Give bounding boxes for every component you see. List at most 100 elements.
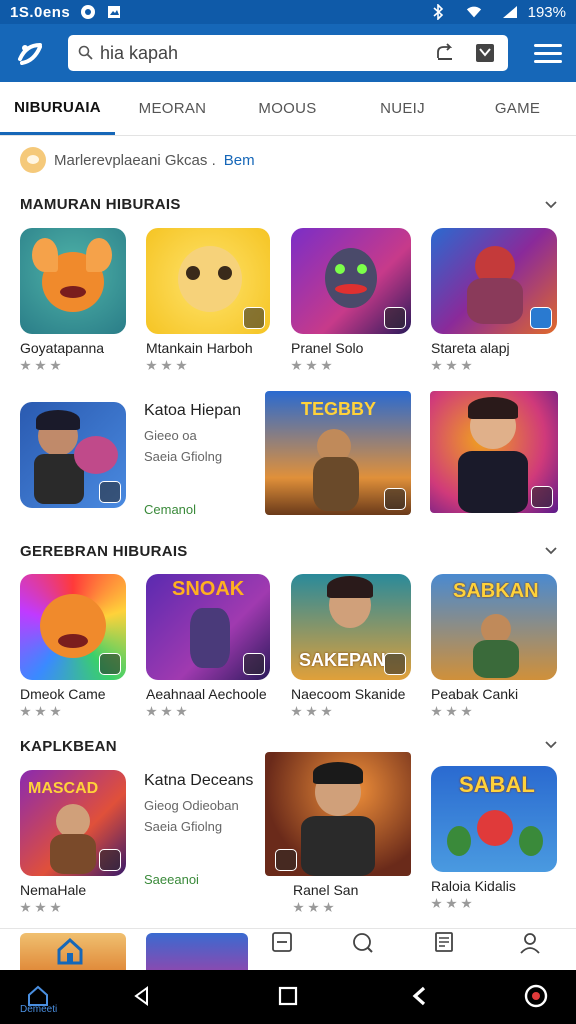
app-card[interactable]: Dmeok Came	[20, 574, 126, 717]
tile-badge	[384, 488, 406, 510]
app-card[interactable]: SABAL Raloia Kidalis	[431, 766, 557, 909]
thumb-title: SABKAN	[453, 580, 539, 602]
home-label: Demeeti	[20, 1004, 58, 1015]
chevron-down-icon[interactable]	[544, 738, 558, 752]
app-thumbnail: SAKEPAN	[291, 574, 411, 680]
apps-icon	[272, 932, 292, 952]
app-bar: hia kapah	[0, 24, 576, 82]
app-thumbnail	[431, 228, 557, 334]
scan-icon[interactable]	[472, 40, 498, 66]
battery-text: 193%	[527, 3, 566, 21]
app-card[interactable]: TEGBBY	[265, 391, 411, 515]
library-icon	[435, 932, 453, 952]
bluetooth-icon	[430, 4, 446, 20]
app-card[interactable]: Stareta alapj	[431, 228, 557, 371]
chevron-down-icon[interactable]	[544, 544, 558, 558]
thumb-title: TEGBBY	[301, 399, 377, 419]
app-card[interactable]: Ranel San	[265, 752, 411, 913]
app-thumbnail: SNOAK	[146, 574, 270, 680]
notice-text: Marlerevplaeani Gkcas .	[54, 151, 216, 169]
image-icon	[106, 4, 122, 20]
featured-detail[interactable]: Katna Deceans Gieog Odieoban Saeia Gfiol…	[144, 772, 253, 887]
rating-stars	[291, 706, 411, 717]
app-thumbnail: SABAL	[431, 766, 557, 872]
app-card[interactable]: SABKAN Peabak Canki	[431, 574, 557, 717]
screen: 1S.0ens 193% hia kapah NIBURUAIA MEORAN …	[0, 0, 576, 1024]
nav-apps[interactable]	[252, 931, 312, 971]
rating-stars	[293, 902, 411, 913]
rating-stars	[146, 360, 270, 371]
rating-stars	[146, 706, 270, 717]
section-title: GEREBRAN HIBURAIS	[20, 543, 188, 560]
notice-row[interactable]: Marlerevplaeani Gkcas . Bem	[20, 146, 255, 174]
rating-stars	[431, 706, 557, 717]
section-title: KAPLKBEAN	[20, 738, 117, 755]
nav-thumbnail[interactable]	[146, 933, 248, 971]
app-thumbnail	[20, 228, 126, 334]
featured-link[interactable]: Saeeanoi	[144, 872, 253, 887]
nav-search[interactable]	[333, 931, 393, 971]
nav-profile[interactable]	[500, 931, 560, 971]
square-home-icon	[278, 986, 298, 1006]
back-button[interactable]	[128, 982, 156, 1010]
tile-badge	[384, 307, 406, 329]
notice-link[interactable]: Bem	[224, 152, 255, 169]
featured-subtitle: Gieeo oa	[144, 428, 197, 443]
search-icon	[78, 45, 93, 60]
left-arrow-icon	[412, 986, 426, 1006]
app-name: Raloia Kidalis	[431, 878, 516, 894]
assistant-icon	[524, 984, 548, 1008]
app-card[interactable]: SNOAK Aeahnaal Aechoole	[146, 574, 270, 717]
tab-niburuaia[interactable]: NIBURUAIA	[0, 82, 115, 135]
app-thumbnail	[20, 574, 126, 680]
menu-icon[interactable]	[534, 39, 562, 67]
tile-badge	[99, 653, 121, 675]
app-card[interactable]: MASCAD NemaHale	[20, 770, 126, 913]
tile-badge	[99, 849, 121, 871]
tile-badge	[384, 653, 406, 675]
assistant-button[interactable]	[522, 982, 550, 1010]
recents-button[interactable]	[406, 982, 434, 1010]
tile-badge	[531, 486, 553, 508]
tile-badge	[243, 307, 265, 329]
search-icon	[353, 933, 373, 953]
home-icon	[57, 937, 83, 965]
featured-link[interactable]: Cemanol	[144, 502, 241, 517]
tab-meoran[interactable]: MEORAN	[115, 82, 230, 135]
rating-stars	[20, 902, 126, 913]
app-logo-icon[interactable]	[14, 37, 46, 69]
app-card[interactable]	[20, 402, 126, 508]
app-card[interactable]: Mtankain Harboh	[146, 228, 270, 371]
clear-icon[interactable]	[432, 40, 458, 66]
app-thumbnail: SABKAN	[431, 574, 557, 680]
search-bar[interactable]: hia kapah	[68, 35, 508, 71]
system-nav-bar: Demeeti	[0, 970, 576, 1024]
app-card[interactable]	[430, 391, 558, 513]
rating-stars	[20, 360, 126, 371]
tab-moous[interactable]: MOOUS	[230, 82, 345, 135]
rating-stars	[431, 360, 557, 371]
nav-thumbnail[interactable]	[20, 933, 126, 971]
featured-subtitle: Gieog Odieoban	[144, 798, 239, 813]
tab-game[interactable]: GAME	[460, 82, 575, 135]
app-thumbnail	[430, 391, 558, 513]
bottom-nav	[0, 928, 576, 971]
tab-nueij[interactable]: NUEIJ	[345, 82, 460, 135]
app-card[interactable]: Pranel Solo	[291, 228, 411, 371]
app-card[interactable]: Goyatapanna	[20, 228, 126, 371]
tab-bar: NIBURUAIA MEORAN MOOUS NUEIJ GAME	[0, 82, 576, 136]
app-card[interactable]: SAKEPAN Naecoom Skanide	[291, 574, 411, 717]
thumb-title: MASCAD	[28, 780, 99, 797]
chevron-down-icon[interactable]	[544, 198, 558, 212]
search-input[interactable]: hia kapah	[100, 43, 418, 64]
app-name: Ranel San	[293, 882, 359, 898]
wifi-icon	[466, 4, 482, 20]
featured-detail[interactable]: Katoa Hiepan Gieeo oa Saeia Gfiolng Cema…	[144, 402, 241, 517]
app-name: NemaHale	[20, 882, 87, 898]
tile-badge	[243, 653, 265, 675]
home-button[interactable]	[274, 982, 302, 1010]
app-name: Stareta alapj	[431, 340, 510, 356]
nav-library[interactable]	[414, 931, 474, 971]
app-name: Aeahnaal Aechoole	[146, 686, 267, 702]
signal-icon	[502, 4, 518, 20]
